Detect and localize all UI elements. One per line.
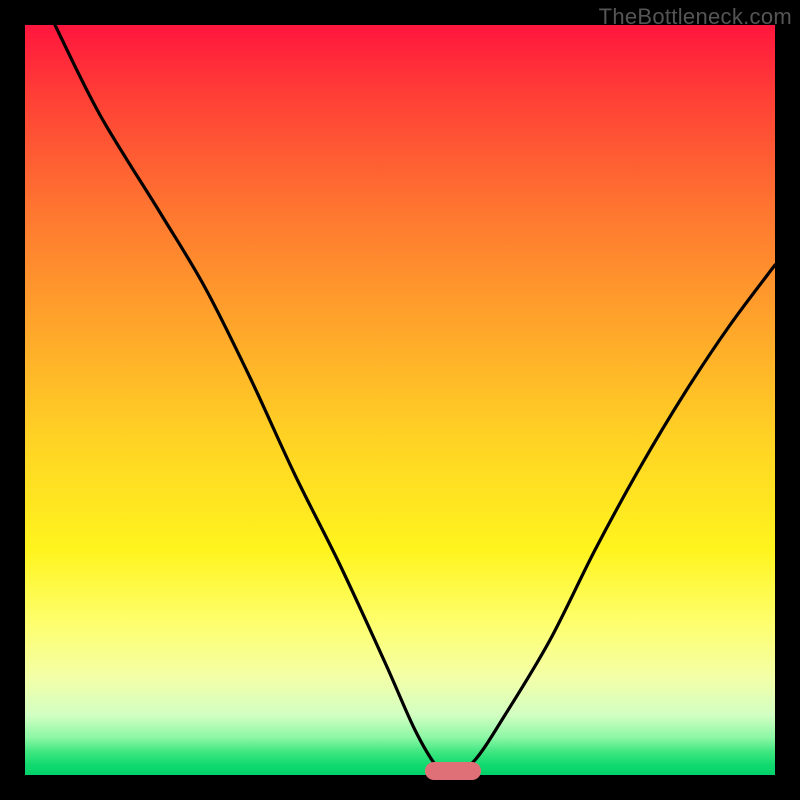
bottleneck-curve [25,25,775,775]
plot-area [25,25,775,775]
watermark-text: TheBottleneck.com [599,4,792,30]
curve-path [55,25,775,775]
chart-container: TheBottleneck.com [0,0,800,800]
optimal-marker [425,762,481,780]
